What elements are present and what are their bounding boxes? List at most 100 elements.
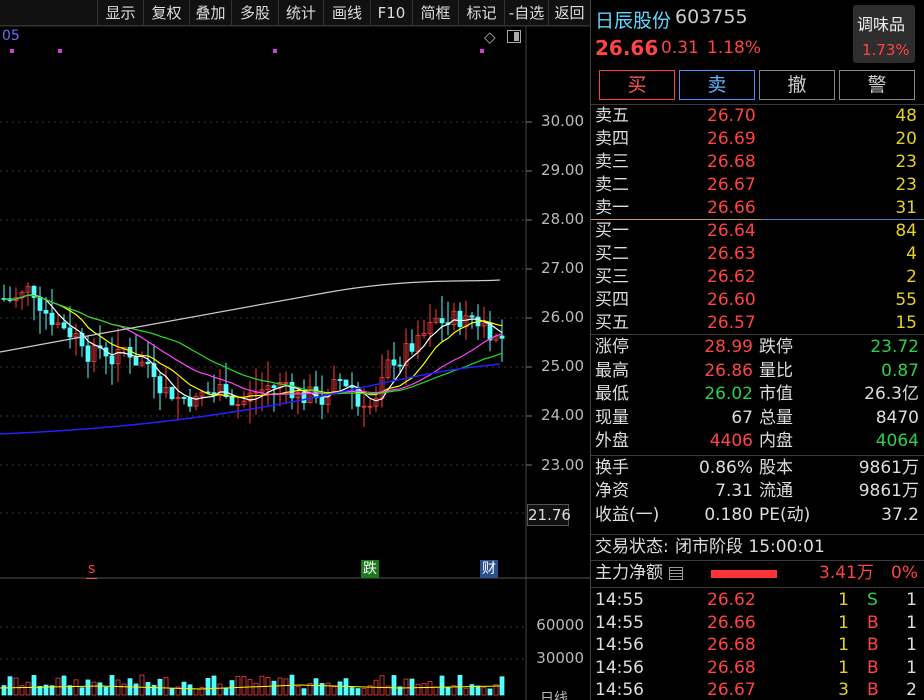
volume-bar [223,687,229,696]
bid-row-label: 买五 [595,313,629,333]
candle-body [145,361,151,365]
diamond-icon[interactable]: ◇ [484,28,496,46]
volume-bar [409,678,415,696]
tick-price: 26.68 [707,657,756,678]
volume-ma-line [0,684,501,690]
cancel-button[interactable]: 撤 [759,70,835,100]
stock-code: 603755 [675,6,748,28]
candle-body [187,397,193,407]
ask-row[interactable]: 卖三 26.68 23 [591,151,924,174]
stat-neipan-value: 4064 [875,431,919,451]
ask-row[interactable]: 卖四 26.69 20 [591,128,924,151]
volume-bar [103,686,109,696]
ask-row-label: 卖四 [595,129,629,149]
tick-side: B [867,612,879,633]
ask-row-label: 卖三 [595,152,629,172]
tick-time: 14:56 [595,657,644,678]
toolbar-button-8[interactable]: 标记 [458,0,504,26]
event-dot [58,49,62,53]
candle-body [109,355,115,365]
stat-huanshou-label: 换手 [595,457,629,478]
toolbar-button-5[interactable]: 画线 [323,0,370,26]
stat-waipan-value: 4406 [709,431,753,451]
price-axis-label: 27.00 [541,259,584,277]
sector-change-pct: 1.73% [862,41,910,59]
marker-s[interactable]: s [86,560,98,579]
candle-body [469,315,475,318]
toolbar-button-10[interactable]: 返回 [548,0,590,26]
volume-bar [475,685,481,696]
tick-volume: 3 [838,680,849,700]
bid-row-label: 买一 [595,221,629,241]
volume-bar [121,683,127,696]
bid-row[interactable]: 买五 26.57 15 [591,312,924,335]
ask-row[interactable]: 卖五 26.70 48 [591,105,924,128]
stat-zongliang-value: 8470 [875,407,919,428]
volume-bar [115,679,121,696]
volume-bar [1,685,7,696]
candle-body [169,386,175,400]
candle-body [49,312,55,325]
volume-bar [85,679,91,696]
kline-chart-area[interactable]: 显示 复权 叠加 多股 统计 画线 F10 简框 标记 -自选 返回 05 ◇ 30.00 29.00… [0,0,590,700]
toolbar-button-9[interactable]: -自选 [504,0,548,26]
price-axis-label: 25.00 [541,357,584,375]
bid-row-volume: 4 [906,244,917,264]
stat-shizhi-label: 市值 [759,384,793,404]
volume-bar [361,688,367,696]
toolbar-button-0[interactable]: 显示 [97,0,143,26]
kline-chart[interactable] [0,0,590,700]
stat-row: 最高 26.86 量比 0.87 [591,360,924,383]
toolbar-button-7[interactable]: 简框 [412,0,458,26]
sell-button[interactable]: 卖 [679,70,755,100]
bid-row-label: 买二 [595,244,629,264]
tick-row: 14:55 26.62 1 S 1 [591,589,924,612]
volume-bar [295,686,301,696]
ask-row-label: 卖一 [595,198,629,218]
current-price: 26.66 [595,36,659,60]
buy-button[interactable]: 买 [599,70,675,100]
tick-count: 1 [906,612,917,633]
volume-bar [163,676,169,696]
marker-die[interactable]: 跌 [361,560,379,578]
stat-low-label: 最低 [595,384,629,404]
price-axis-label: 30.00 [541,112,584,130]
toolbar-button-6[interactable]: F10 [370,0,412,26]
tick-row: 14:56 26.68 1 B 1 [591,634,924,657]
bid-row[interactable]: 买一 26.64 84 [591,220,924,243]
stat-row: 收益(一) 0.180 PE(动) 37.2 [591,504,924,527]
stat-shizhi-value: 26.3亿 [864,384,919,404]
volume-bar [79,687,85,696]
stat-neipan-label: 内盘 [759,431,793,451]
volume-bar [157,678,163,696]
ma-line-10 [3,294,503,398]
trade-status: 交易状态: 闭市阶段 15:00:01 [591,536,924,559]
toolbar-button-3[interactable]: 多股 [231,0,278,26]
event-dot [10,49,14,53]
ask-row[interactable]: 卖一 26.66 31 [591,197,924,220]
last-price-box: 21.76 [527,504,571,526]
ask-row[interactable]: 卖二 26.67 23 [591,174,924,197]
volume-bar [421,683,427,696]
bid-row[interactable]: 买四 26.60 55 [591,289,924,312]
list-icon[interactable] [669,567,683,580]
toolbar-button-1[interactable]: 复权 [143,0,189,26]
bid-row[interactable]: 买三 26.62 2 [591,266,924,289]
volume-bar [259,675,265,696]
toolbar-button-2[interactable]: 叠加 [189,0,231,26]
toolbar-button-4[interactable]: 统计 [278,0,323,26]
volume-bar [13,677,19,696]
panel-toggle-icon[interactable] [507,30,521,43]
alert-button[interactable]: 警 [839,70,915,100]
volume-bar [97,682,103,696]
tick-volume: 1 [838,612,849,633]
volume-bar [403,678,409,696]
candle-body [457,310,463,327]
ask-row-label: 卖五 [595,106,629,126]
bid-row[interactable]: 买二 26.63 4 [591,243,924,266]
tick-price: 26.68 [707,635,756,655]
marker-cai[interactable]: 财 [480,560,498,578]
sector-box[interactable]: 调味品 1.73% [853,5,915,63]
bid-row-volume: 2 [906,267,917,287]
stat-dieting-label: 跌停 [759,337,793,357]
